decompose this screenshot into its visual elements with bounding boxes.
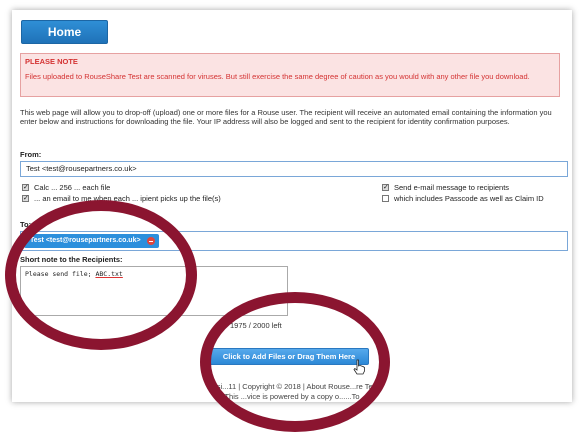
character-counter: 1975 / 2000 left <box>230 321 282 330</box>
email-me-label: ... an email to me when each ... ipient … <box>34 194 221 203</box>
about-link[interactable]: About Rouse...re Test <box>307 382 379 391</box>
powered-by-link[interactable]: ...To <box>345 392 359 401</box>
notice-heading: PLEASE NOTE <box>25 57 78 66</box>
calc-checksum-label: Calc ... 256 ... each file <box>34 183 111 192</box>
hand-pointer-icon <box>353 359 365 375</box>
notice-body: Files uploaded to RouseShare Test are sc… <box>25 72 530 81</box>
to-label: To: <box>20 220 32 229</box>
passcode-label: which includes Passcode as well as Claim… <box>394 194 544 203</box>
calc-checksum-checkbox[interactable]: ✓ <box>22 184 29 191</box>
powered-by-text: This ...vice is powered by a copy o... <box>224 392 346 401</box>
from-label: From: <box>20 150 42 159</box>
note-textarea[interactable]: Please send file; ABC.txt <box>20 266 288 316</box>
intro-text: This web page will allow you to drop-off… <box>20 108 552 126</box>
email-me-option[interactable]: ✓ ... an email to me when each ... ipien… <box>22 194 221 203</box>
recipient-email: Test <test@rousepartners.co.uk> <box>30 237 141 244</box>
dropoff-window: Home PLEASE NOTE Files uploaded to Rouse… <box>12 10 572 402</box>
send-email-label: Send e-mail message to recipients <box>394 183 510 192</box>
footer-line-2: This ...vice is powered by a copy o.....… <box>12 392 572 401</box>
calc-checksum-option[interactable]: ✓ Calc ... 256 ... each file <box>22 183 110 192</box>
send-email-option[interactable]: ✓ Send e-mail message to recipients <box>382 183 509 192</box>
note-text: Please send file; <box>25 270 96 278</box>
send-email-checkbox[interactable]: ✓ <box>382 184 389 191</box>
to-field[interactable]: Test <test@rousepartners.co.uk> <box>20 231 568 251</box>
passcode-option[interactable]: which includes Passcode as well as Claim… <box>382 194 544 203</box>
email-me-checkbox[interactable]: ✓ <box>22 195 29 202</box>
recipient-tag: Test <test@rousepartners.co.uk> <box>24 234 159 248</box>
remove-recipient-icon[interactable] <box>146 237 155 245</box>
from-field[interactable]: Test <test@rousepartners.co.uk> <box>20 161 568 177</box>
home-button[interactable]: Home <box>21 20 108 44</box>
version-copyright: Versi...11 | Copyright © 2018 | <box>205 382 307 391</box>
passcode-checkbox[interactable] <box>382 195 389 202</box>
note-filename: ABC.txt <box>95 270 123 278</box>
footer-line-1: Versi...11 | Copyright © 2018 | About Ro… <box>12 382 572 391</box>
virus-scan-notice: PLEASE NOTE Files uploaded to RouseShare… <box>20 53 560 97</box>
note-label: Short note to the Recipients: <box>20 255 123 264</box>
add-files-button[interactable]: Click to Add Files or Drag Them Here <box>209 348 369 365</box>
